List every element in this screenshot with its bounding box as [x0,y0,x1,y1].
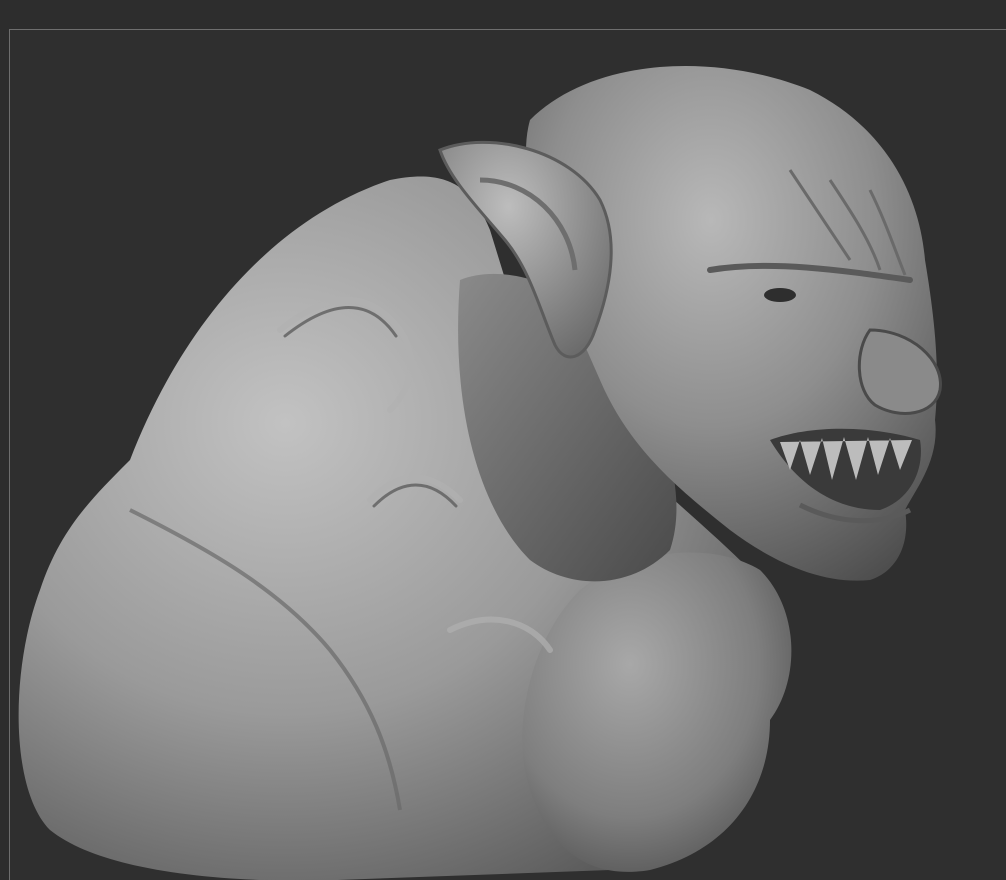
document-viewport[interactable] [9,29,1006,880]
app-window [0,0,1006,880]
eye [764,288,796,302]
creature-bust-model[interactable] [18,66,942,880]
sculpt-canvas[interactable] [10,30,1006,880]
